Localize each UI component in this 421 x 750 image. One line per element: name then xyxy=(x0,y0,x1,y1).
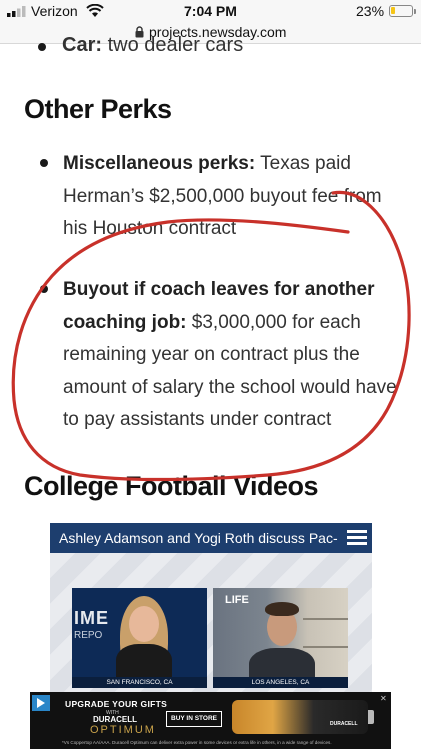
battery-percent: 23% xyxy=(356,3,385,19)
guest-hair xyxy=(265,602,299,616)
previous-item-text: two dealer cars xyxy=(107,34,244,56)
ad-fine-print: *Vs Coppertop AA/AAA. Duracell Optimum c… xyxy=(62,740,332,745)
perk-item-buyout: Buyout if coach leaves for another coach… xyxy=(63,274,403,437)
shelf xyxy=(303,618,348,620)
location-caption-right: LOS ANGELES, CA xyxy=(213,677,348,688)
advertisement-banner[interactable]: UPGRADE YOUR GIFTS WITH DURACELL OPTIMUM… xyxy=(30,692,391,749)
bullet xyxy=(40,285,48,293)
shelf xyxy=(303,646,348,648)
wifi-icon xyxy=(86,4,104,17)
video-player[interactable]: Ashley Adamson and Yogi Roth discuss Pac… xyxy=(50,523,372,693)
ad-product: OPTIMUM xyxy=(90,724,156,736)
clock: 7:04 PM xyxy=(184,3,237,19)
ad-brand: DURACELL xyxy=(93,715,137,724)
perk-item-miscellaneous: Miscellaneous perks: Texas paid Herman’s… xyxy=(63,148,403,246)
video-title[interactable]: Ashley Adamson and Yogi Roth discuss Pac… xyxy=(59,530,338,546)
close-icon[interactable]: ✕ xyxy=(380,694,387,703)
bullet xyxy=(38,43,46,51)
backdrop-text: IME xyxy=(74,608,110,628)
previous-item-label: Car: xyxy=(62,34,103,56)
video-panel-left: IME REPO SAN FRANCISCO, CA xyxy=(72,588,207,688)
battery-icon xyxy=(389,5,413,17)
location-caption-left: SAN FRANCISCO, CA xyxy=(72,677,207,688)
battery-product-cap xyxy=(368,710,374,724)
carrier-name: Verizon xyxy=(31,3,78,19)
status-bar: Verizon 7:04 PM 23% xyxy=(0,0,421,22)
ad-headline: UPGRADE YOUR GIFTS xyxy=(65,699,168,709)
battery-product-image xyxy=(232,700,368,734)
battery-fill xyxy=(391,7,395,14)
video-panel-right: LIFE LOS ANGELES, CA xyxy=(213,588,348,688)
video-title-bar: Ashley Adamson and Yogi Roth discuss Pac… xyxy=(50,523,372,553)
bullet xyxy=(40,159,48,167)
battery-brand-label: DURACELL xyxy=(330,721,358,727)
perk-label: Miscellaneous perks: xyxy=(63,153,256,174)
backdrop-subtext: REPO xyxy=(74,630,103,641)
battery-tip xyxy=(414,9,416,14)
hamburger-menu-icon[interactable] xyxy=(347,530,367,546)
other-perks-heading: Other Perks xyxy=(24,94,172,124)
buy-in-store-button[interactable]: BUY IN STORE xyxy=(166,711,222,727)
backdrop-text: LIFE xyxy=(225,594,249,606)
ad-choices-icon[interactable] xyxy=(32,695,50,711)
signal-bars-icon xyxy=(7,6,26,17)
college-football-videos-heading: College Football Videos xyxy=(24,471,319,501)
presenter-face xyxy=(129,606,159,642)
